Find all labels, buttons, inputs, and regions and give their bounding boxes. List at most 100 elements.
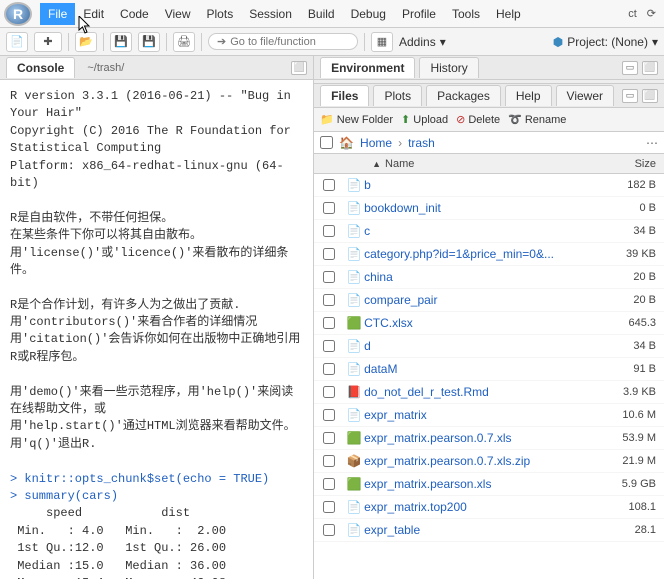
rename-button[interactable]: ➰Rename xyxy=(508,113,566,126)
file-checkbox[interactable] xyxy=(323,455,335,467)
file-row[interactable]: 📦expr_matrix.pearson.0.7.xls.zip21.9 M xyxy=(314,450,664,473)
file-checkbox[interactable] xyxy=(323,340,335,352)
file-row[interactable]: 📄d34 B xyxy=(314,335,664,358)
file-row[interactable]: 📄expr_matrix.top200108.1 xyxy=(314,496,664,519)
file-checkbox[interactable] xyxy=(323,478,335,490)
tab-environment[interactable]: Environment xyxy=(320,57,415,78)
breadcrumb-more-icon[interactable]: ⋯ xyxy=(646,136,658,150)
tab-history[interactable]: History xyxy=(419,57,478,78)
delete-button[interactable]: ⊘Delete xyxy=(456,113,500,126)
new-folder-button[interactable]: 📁New Folder xyxy=(320,113,393,126)
file-row[interactable]: 📄c34 B xyxy=(314,220,664,243)
menu-plots[interactable]: Plots xyxy=(199,3,242,25)
file-checkbox[interactable] xyxy=(323,248,335,260)
file-row[interactable]: 📕do_not_del_r_test.Rmd3.9 KB xyxy=(314,381,664,404)
menu-session[interactable]: Session xyxy=(241,3,300,25)
menu-build[interactable]: Build xyxy=(300,3,343,25)
menu-profile[interactable]: Profile xyxy=(394,3,444,25)
file-checkbox[interactable] xyxy=(323,432,335,444)
file-name[interactable]: dataM xyxy=(364,362,606,376)
menu-tools[interactable]: Tools xyxy=(444,3,488,25)
file-row[interactable]: 📄bookdown_init0 B xyxy=(314,197,664,220)
tab-files[interactable]: Files xyxy=(320,85,369,106)
file-name[interactable]: c xyxy=(364,224,606,238)
menu-file[interactable]: File xyxy=(40,3,75,25)
file-name[interactable]: compare_pair xyxy=(364,293,606,307)
save-all-button[interactable]: 💾 xyxy=(138,32,160,52)
tab-help[interactable]: Help xyxy=(505,85,552,106)
file-checkbox[interactable] xyxy=(323,202,335,214)
grid-button[interactable]: ▦ xyxy=(371,32,393,52)
file-row[interactable]: 🟩CTC.xlsx645.3 xyxy=(314,312,664,335)
print-button[interactable]: 🖨 xyxy=(173,32,195,52)
file-row[interactable]: 🟩expr_matrix.pearson.xls5.9 GB xyxy=(314,473,664,496)
goto-file-function[interactable]: ➔Go to file/function xyxy=(208,33,358,50)
file-name[interactable]: CTC.xlsx xyxy=(364,316,606,330)
file-type-icon: 🟩 xyxy=(344,316,364,330)
file-checkbox[interactable] xyxy=(323,179,335,191)
file-checkbox[interactable] xyxy=(323,363,335,375)
file-checkbox[interactable] xyxy=(323,386,335,398)
files-min-icon[interactable]: ▭ xyxy=(622,89,638,103)
upload-button[interactable]: ⬆Upload xyxy=(401,113,448,126)
maximize-icon[interactable]: ⬜ xyxy=(291,61,307,75)
file-name[interactable]: category.php?id=1&price_min=0&... xyxy=(364,247,606,261)
files-max-icon[interactable]: ⬜ xyxy=(642,89,658,103)
file-row[interactable]: 📄b182 B xyxy=(314,174,664,197)
project-dropdown[interactable]: ⬢ Project: (None)▾ xyxy=(553,35,658,49)
file-checkbox[interactable] xyxy=(323,501,335,513)
file-type-icon: 📄 xyxy=(344,408,364,422)
file-checkbox[interactable] xyxy=(323,317,335,329)
env-max-icon[interactable]: ⬜ xyxy=(642,61,658,75)
files-toolbar: 📁New Folder ⬆Upload ⊘Delete ➰Rename xyxy=(314,108,664,132)
file-name[interactable]: expr_matrix.pearson.xls xyxy=(364,477,606,491)
file-row[interactable]: 📄expr_matrix10.6 M xyxy=(314,404,664,427)
file-name[interactable]: expr_matrix.pearson.0.7.xls.zip xyxy=(364,454,606,468)
sync-icon[interactable]: ⟳ xyxy=(643,7,660,20)
home-icon[interactable]: 🏠 xyxy=(339,136,354,150)
env-min-icon[interactable]: ▭ xyxy=(622,61,638,75)
file-name[interactable]: expr_matrix xyxy=(364,408,606,422)
file-row[interactable]: 📄dataM91 B xyxy=(314,358,664,381)
menu-debug[interactable]: Debug xyxy=(343,3,394,25)
file-checkbox[interactable] xyxy=(323,294,335,306)
sort-asc-icon[interactable]: ▲ xyxy=(372,159,381,169)
file-name[interactable]: expr_matrix.top200 xyxy=(364,500,606,514)
file-row[interactable]: 📄expr_table28.1 xyxy=(314,519,664,542)
file-type-icon: 📄 xyxy=(344,500,364,514)
menu-view[interactable]: View xyxy=(157,3,199,25)
tab-plots[interactable]: Plots xyxy=(373,85,422,106)
menu-code[interactable]: Code xyxy=(112,3,157,25)
file-name[interactable]: expr_matrix.pearson.0.7.xls xyxy=(364,431,606,445)
file-checkbox[interactable] xyxy=(323,225,335,237)
tab-console[interactable]: Console xyxy=(6,57,75,78)
console-output[interactable]: R version 3.3.1 (2016-06-21) -- "Bug in … xyxy=(0,80,313,579)
file-type-icon: 🟩 xyxy=(344,431,364,445)
ct-icon[interactable]: ct xyxy=(624,8,641,20)
new-file-button[interactable]: 📄 xyxy=(6,32,28,52)
file-row[interactable]: 🟩expr_matrix.pearson.0.7.xls53.9 M xyxy=(314,427,664,450)
breadcrumb-trash[interactable]: trash xyxy=(408,136,435,150)
select-all-checkbox[interactable] xyxy=(320,136,333,149)
file-name[interactable]: china xyxy=(364,270,606,284)
open-file-button[interactable]: 📂 xyxy=(75,32,97,52)
file-checkbox[interactable] xyxy=(323,409,335,421)
file-row[interactable]: 📄category.php?id=1&price_min=0&...39 KB xyxy=(314,243,664,266)
save-button[interactable]: 💾 xyxy=(110,32,132,52)
tab-packages[interactable]: Packages xyxy=(426,85,501,106)
menu-help[interactable]: Help xyxy=(488,3,529,25)
file-row[interactable]: 📄china20 B xyxy=(314,266,664,289)
menu-edit[interactable]: Edit xyxy=(75,3,112,25)
file-row[interactable]: 📄compare_pair20 B xyxy=(314,289,664,312)
new-project-button[interactable]: ✚ xyxy=(34,32,62,52)
file-checkbox[interactable] xyxy=(323,524,335,536)
file-name[interactable]: expr_table xyxy=(364,523,606,537)
file-name[interactable]: bookdown_init xyxy=(364,201,606,215)
addins-dropdown[interactable]: Addins▾ xyxy=(399,35,446,49)
file-name[interactable]: do_not_del_r_test.Rmd xyxy=(364,385,606,399)
tab-viewer[interactable]: Viewer xyxy=(556,85,614,106)
file-checkbox[interactable] xyxy=(323,271,335,283)
breadcrumb-home[interactable]: Home xyxy=(360,136,392,150)
file-name[interactable]: b xyxy=(364,178,606,192)
file-name[interactable]: d xyxy=(364,339,606,353)
